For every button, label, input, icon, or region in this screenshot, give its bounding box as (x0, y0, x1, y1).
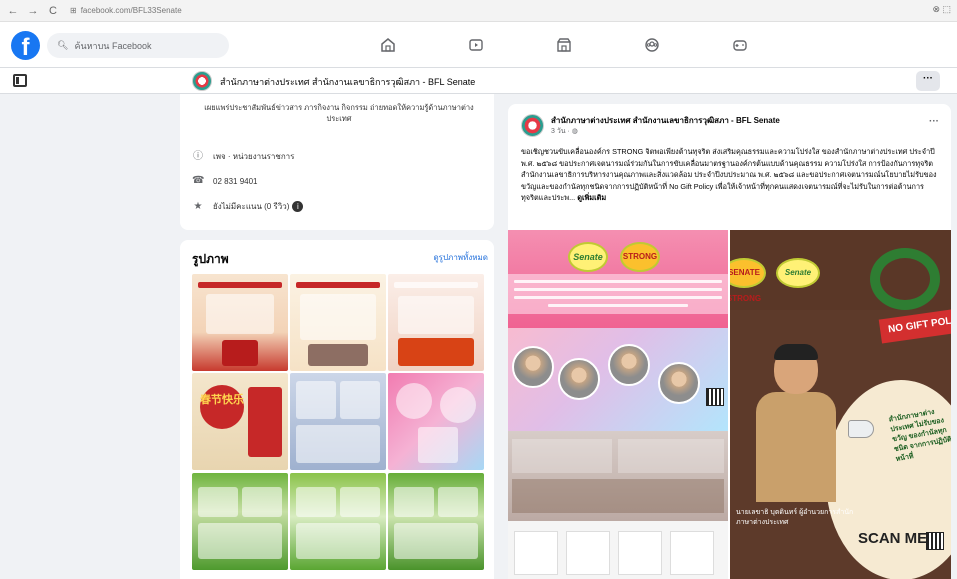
spring-festival-text: 春节快乐 (200, 385, 244, 429)
banner-strip (508, 274, 728, 314)
photo-thumbnail[interactable] (388, 274, 484, 371)
group-photo (508, 431, 728, 521)
watch-icon[interactable] (466, 36, 486, 54)
groups-icon[interactable] (642, 36, 662, 54)
see-more-link[interactable]: ดูเพิ่มเติม (577, 193, 606, 202)
no-gift-banner: NO GIFT POLI (878, 308, 951, 344)
photo-thumbnail[interactable] (290, 274, 386, 371)
photo-thumbnail[interactable] (192, 274, 288, 371)
facebook-logo-icon[interactable]: f (11, 31, 40, 60)
page-description: เผยแพร่ประชาสัมพันธ์ข่าวสาร ภารกิจงาน กิ… (204, 103, 474, 123)
star-icon: ★ (193, 200, 203, 212)
rating-row: ★ ยังไม่มีคะแนน (0 รีวิว) i (192, 200, 304, 213)
photo-thumbnail[interactable] (388, 473, 484, 570)
info-icon: ⓘ (193, 150, 203, 162)
director-photo (756, 344, 836, 579)
megaphone-icon (848, 420, 874, 438)
page-header-bar: สำนักภาษาต่างประเทศ สำนักงานเลขาธิการวุฒ… (0, 68, 957, 94)
extensions-icon[interactable]: ⊗ ⬚ (932, 4, 951, 15)
page-avatar[interactable] (192, 71, 212, 91)
search-icon: 🔍︎ (57, 40, 69, 50)
post-options-button[interactable]: ··· (929, 116, 939, 127)
director-caption: นายเลขาธิ บุตดินทร์ ผู้อำนวยการสำนักภาษา… (736, 509, 854, 526)
site-settings-icon[interactable]: ⊞ (70, 6, 77, 15)
search-input[interactable]: 🔍︎ ค้นหาบน Facebook (47, 33, 229, 58)
strong-logo: STRONG (620, 242, 660, 272)
gaming-icon[interactable] (730, 36, 750, 54)
photo-thumbnail[interactable]: 春节快乐 (192, 373, 288, 470)
photo-thumbnail[interactable] (290, 373, 386, 470)
category-text: เพจ · หน่วยงานราชการ (213, 152, 295, 161)
wreath-graphic (870, 248, 940, 310)
category-row: ⓘ เพจ · หน่วยงานราชการ (192, 150, 294, 163)
scan-me-text: SCAN ME! (858, 530, 933, 547)
post-image-right[interactable]: SENATE STRONG Senate NO GIFT POLI สำนักภ… (730, 230, 951, 579)
rating-info-icon[interactable]: i (292, 201, 304, 212)
search-placeholder: ค้นหาบน Facebook (74, 40, 152, 51)
rating-text: ยังไม่มีคะแนน (0 รีวิว) (213, 202, 290, 211)
forward-button[interactable]: → (26, 5, 40, 17)
browser-toolbar: ← → C ⊞ facebook.com/BFL33Senate ⊗ ⬚ (0, 0, 957, 22)
address-bar[interactable]: ⊞ facebook.com/BFL33Senate (70, 6, 182, 15)
qr-code-icon (706, 388, 724, 406)
sidebar-toggle-icon[interactable] (13, 74, 27, 87)
no-gift-pledge-text: สำนักภาษาต่างประเทศ ไม่รับของขวัญ ของกำน… (888, 408, 951, 464)
page-title[interactable]: สำนักภาษาต่างประเทศ สำนักงานเลขาธิการวุฒ… (220, 75, 475, 89)
back-button[interactable]: ← (6, 5, 20, 17)
globe-icon: ◍ (571, 128, 578, 135)
more-options-button[interactable]: ··· (916, 71, 940, 91)
post-image-left[interactable]: Senate STRONG (508, 230, 728, 579)
marketplace-icon[interactable] (554, 36, 574, 54)
photos-card: รูปภาพ ดูรูปภาพทั้งหมด 春节快乐 (180, 240, 494, 579)
photo-collage (508, 328, 728, 431)
see-all-photos-link[interactable]: ดูรูปภาพทั้งหมด (433, 251, 488, 264)
post-author-name[interactable]: สำนักภาษาต่างประเทศ สำนักงานเลขาธิการวุฒ… (551, 114, 780, 127)
photo-thumbnail[interactable] (290, 473, 386, 570)
reload-button[interactable]: C (46, 5, 60, 17)
facebook-top-bar: f 🔍︎ ค้นหาบน Facebook (0, 22, 957, 68)
url-text: facebook.com/BFL33Senate (80, 6, 182, 15)
photo-thumbnail[interactable] (388, 373, 484, 470)
phone-icon: ☎ (192, 175, 205, 186)
post-body: ขอเชิญชวนขับเคลื่อนองค์กร STRONG จิตพอเพ… (521, 146, 941, 204)
document-strip (508, 521, 728, 579)
senate-logo-right: Senate (776, 258, 820, 288)
phone-row: ☎ 02 831 9401 (192, 175, 258, 187)
qr-code-icon (926, 532, 944, 550)
post-author-avatar[interactable] (521, 114, 544, 137)
post-time-text: 3 วัน · (551, 128, 572, 135)
photos-title: รูปภาพ (192, 252, 229, 266)
phone-text[interactable]: 02 831 9401 (213, 177, 258, 186)
intro-card: เผยแพร่ประชาสัมพันธ์ข่าวสาร ภารกิจงาน กิ… (180, 94, 494, 230)
post-card: สำนักภาษาต่างประเทศ สำนักงานเลขาธิการวุฒ… (508, 104, 951, 579)
home-icon[interactable] (378, 36, 398, 54)
photo-thumbnail[interactable] (192, 473, 288, 570)
post-timestamp[interactable]: 3 วัน · ◍ (551, 126, 578, 137)
senate-logo: Senate (568, 242, 608, 272)
